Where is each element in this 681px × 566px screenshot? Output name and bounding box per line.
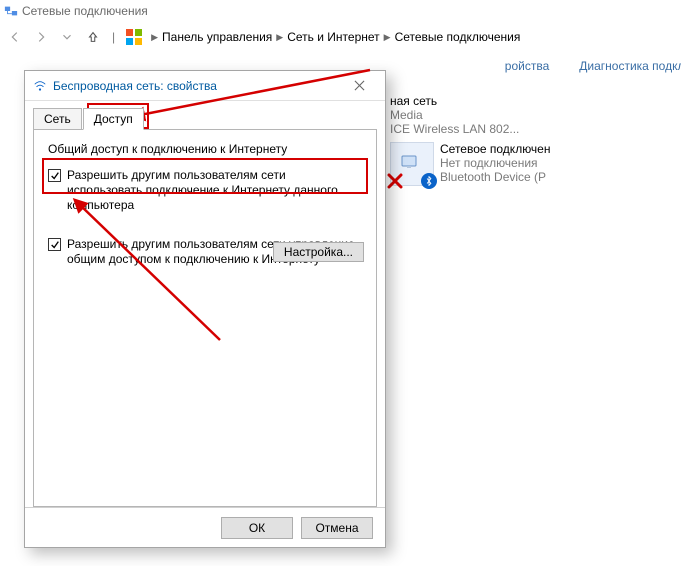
dialog-button-row: ОК Отмена bbox=[25, 507, 385, 547]
breadcrumb-mid[interactable]: Сеть и Интернет bbox=[287, 30, 379, 44]
chevron-right-icon: ▶ bbox=[276, 32, 283, 43]
control-panel-icon bbox=[125, 28, 143, 46]
dialog-title-bar: Беспроводная сеть: свойства bbox=[25, 71, 385, 101]
adapter-name: Сетевое подключен bbox=[440, 142, 550, 156]
separator: | bbox=[112, 30, 115, 44]
section-title: Общий доступ к подключению к Интернету bbox=[48, 142, 364, 156]
back-button[interactable] bbox=[6, 28, 24, 46]
adapter-list: ная сеть Media ICE Wireless LAN 802... С… bbox=[390, 94, 681, 192]
window-title: Сетевые подключения bbox=[22, 4, 148, 18]
checkbox-icon bbox=[48, 169, 61, 182]
cmd-item[interactable]: ройства bbox=[505, 59, 549, 73]
cmd-diagnose[interactable]: Диагностика подключения bbox=[579, 59, 681, 73]
dialog-title: Беспроводная сеть: свойства bbox=[53, 79, 341, 93]
navigation-bar: | ▶ Панель управления ▶ Сеть и Интернет … bbox=[0, 22, 681, 52]
adapter-status: Media bbox=[390, 108, 519, 122]
tab-page-sharing: Общий доступ к подключению к Интернету Р… bbox=[33, 129, 377, 507]
checkbox-label: Разрешить другим пользователям сети испо… bbox=[67, 168, 362, 213]
tab-sharing[interactable]: Доступ bbox=[83, 108, 144, 130]
breadcrumb[interactable]: ▶ Панель управления ▶ Сеть и Интернет ▶ … bbox=[151, 30, 520, 44]
tab-strip: Сеть Доступ bbox=[25, 101, 385, 129]
checkbox-icon bbox=[48, 238, 61, 251]
cancel-button[interactable]: Отмена bbox=[301, 517, 373, 539]
network-connections-icon bbox=[4, 4, 18, 18]
bluetooth-badge-icon bbox=[421, 173, 437, 189]
wifi-icon bbox=[33, 79, 47, 93]
ok-button[interactable]: ОК bbox=[221, 517, 293, 539]
disabled-x-icon bbox=[387, 173, 403, 189]
forward-button[interactable] bbox=[32, 28, 50, 46]
adapter-name: ная сеть bbox=[390, 94, 519, 108]
up-button[interactable] bbox=[84, 28, 102, 46]
tab-network[interactable]: Сеть bbox=[33, 108, 82, 130]
properties-dialog: Беспроводная сеть: свойства Сеть Доступ … bbox=[24, 70, 386, 548]
adapter-icon bbox=[390, 142, 434, 186]
adapter-item-bluetooth[interactable]: Сетевое подключен Нет подключения Blueto… bbox=[390, 142, 560, 186]
breadcrumb-leaf[interactable]: Сетевые подключения bbox=[395, 30, 521, 44]
adapter-item[interactable]: ная сеть Media ICE Wireless LAN 802... bbox=[390, 94, 530, 136]
breadcrumb-root[interactable]: Панель управления bbox=[162, 30, 272, 44]
chevron-right-icon: ▶ bbox=[151, 32, 158, 43]
adapter-device: ICE Wireless LAN 802... bbox=[390, 122, 519, 136]
settings-button[interactable]: Настройка... bbox=[273, 242, 364, 262]
adapter-device: Bluetooth Device (P bbox=[440, 170, 550, 184]
close-button[interactable] bbox=[341, 74, 377, 98]
checkbox-allow-sharing[interactable]: Разрешить другим пользователям сети испо… bbox=[46, 164, 364, 217]
adapter-status: Нет подключения bbox=[440, 156, 550, 170]
recent-locations-chevron-icon[interactable] bbox=[58, 28, 76, 46]
window-title-bar: Сетевые подключения bbox=[0, 0, 681, 22]
chevron-right-icon: ▶ bbox=[384, 32, 391, 43]
